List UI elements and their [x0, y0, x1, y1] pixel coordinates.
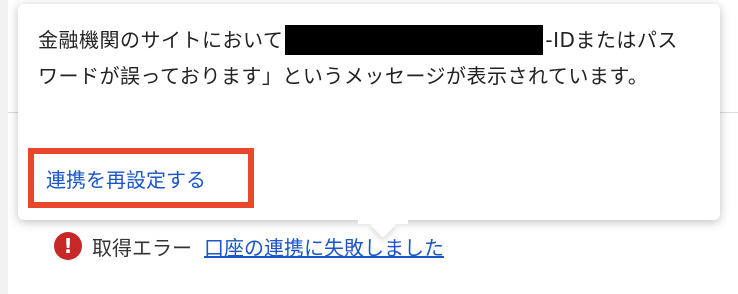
popover-arrow-cover: [358, 204, 408, 224]
stage: 金融機関のサイトにおいて -IDまたはパスワードが誤っております」というメッセージ…: [0, 0, 738, 294]
error-message-part1: 金融機関のサイトにおいて: [38, 28, 284, 52]
error-status-label: 取得エラー: [92, 235, 192, 260]
error-icon: !: [54, 232, 82, 260]
error-detail-popover: 金融機関のサイトにおいて -IDまたはパスワードが誤っております」というメッセージ…: [18, 4, 720, 238]
relink-settings-button[interactable]: 連携を再設定する: [28, 148, 254, 208]
link-failure-link[interactable]: 口座の連携に失敗しました: [204, 232, 444, 261]
sync-status-line: ! 取得エラー 口座の連携に失敗しました: [54, 229, 444, 263]
redacted-block: [285, 24, 544, 55]
relink-settings-label: 連携を再設定する: [46, 167, 206, 192]
error-message: 金融機関のサイトにおいて -IDまたはパスワードが誤っております」というメッセージ…: [38, 22, 698, 94]
